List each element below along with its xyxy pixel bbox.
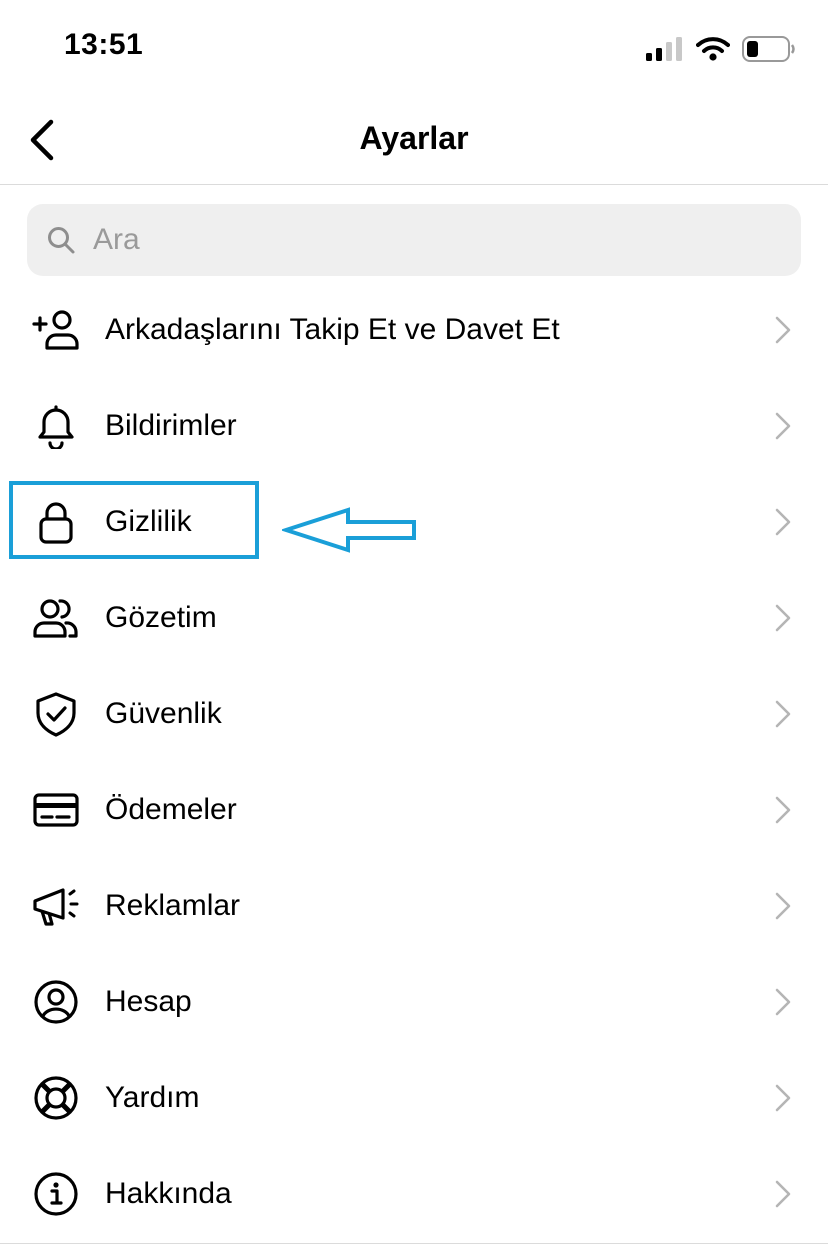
settings-item-payments[interactable]: Ödemeler (0, 762, 828, 858)
arrow-left-icon (282, 507, 416, 553)
highlight-box (9, 481, 259, 559)
search-input[interactable] (91, 222, 775, 258)
info-icon (30, 1170, 82, 1218)
chevron-right-icon (775, 412, 791, 440)
settings-item-label: Ödemeler (105, 793, 237, 826)
header: Ayarlar (0, 96, 828, 185)
search-bar[interactable] (27, 204, 801, 276)
settings-item-label: Güvenlik (105, 697, 222, 730)
status-icons (646, 34, 796, 64)
page-title: Ayarlar (359, 120, 469, 156)
cellular-signal-icon (646, 37, 682, 61)
credit-card-icon (30, 786, 82, 834)
chevron-right-icon (775, 700, 791, 728)
settings-item-label: Gözetim (105, 601, 217, 634)
people-icon (30, 594, 82, 642)
settings-item-label: Yardım (105, 1081, 200, 1114)
settings-item-label: Bildirimler (105, 409, 237, 442)
settings-item-supervision[interactable]: Gözetim (0, 570, 828, 666)
settings-item-notifications[interactable]: Bildirimler (0, 378, 828, 474)
chevron-right-icon (775, 988, 791, 1016)
add-person-icon (30, 306, 82, 354)
settings-item-label: Arkadaşlarını Takip Et ve Davet Et (105, 313, 560, 346)
search-icon (45, 224, 77, 256)
battery-icon (742, 36, 795, 62)
settings-item-label: Hesap (105, 985, 192, 1018)
status-time: 13:51 (64, 28, 144, 61)
lifebuoy-icon (30, 1074, 82, 1122)
settings-item-about[interactable]: Hakkında (0, 1146, 828, 1242)
settings-item-label: Hakkında (105, 1177, 232, 1210)
user-circle-icon (30, 978, 82, 1026)
settings-list: Arkadaşlarını Takip Et ve Davet Et Bildi… (0, 282, 828, 1242)
chevron-right-icon (775, 604, 791, 632)
bell-icon (30, 402, 82, 450)
chevron-right-icon (775, 892, 791, 920)
wifi-icon (696, 37, 730, 61)
settings-item-label: Reklamlar (105, 889, 241, 922)
settings-item-ads[interactable]: Reklamlar (0, 858, 828, 954)
shield-check-icon (30, 690, 82, 738)
status-bar: 13:51 (0, 0, 828, 96)
chevron-right-icon (775, 316, 791, 344)
chevron-right-icon (775, 1180, 791, 1208)
chevron-right-icon (775, 508, 791, 536)
settings-item-help[interactable]: Yardım (0, 1050, 828, 1146)
chevron-right-icon (775, 1084, 791, 1112)
bottom-divider (0, 1243, 828, 1244)
settings-item-follow-invite[interactable]: Arkadaşlarını Takip Et ve Davet Et (0, 282, 828, 378)
settings-item-account[interactable]: Hesap (0, 954, 828, 1050)
megaphone-icon (30, 882, 82, 930)
settings-item-security[interactable]: Güvenlik (0, 666, 828, 762)
chevron-right-icon (775, 796, 791, 824)
